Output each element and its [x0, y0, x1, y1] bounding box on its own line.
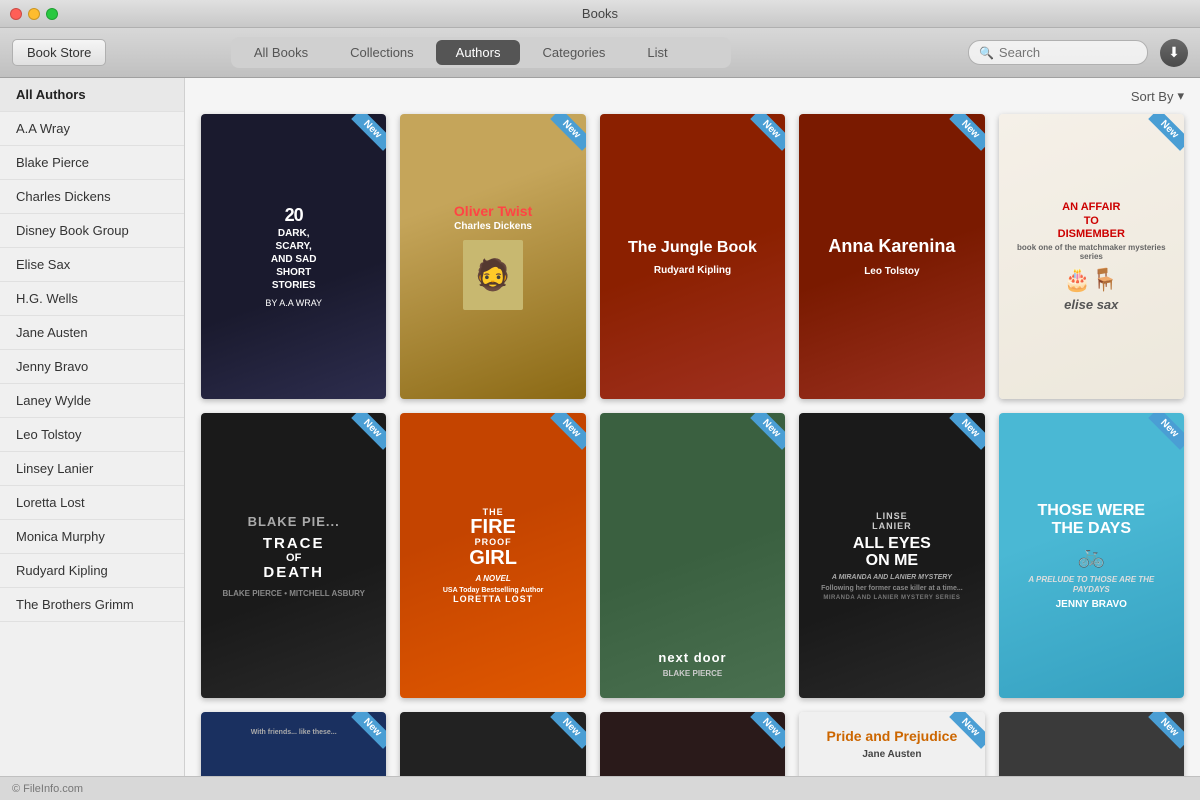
sidebar-item-monica-murphy[interactable]: Monica Murphy: [0, 520, 184, 554]
footer-credit: © FileInfo.com: [12, 783, 83, 795]
sort-bar: Sort By ▾: [201, 88, 1184, 104]
sidebar-item-laney-wylde[interactable]: Laney Wylde: [0, 384, 184, 418]
sidebar-item-linsey-lanier[interactable]: Linsey Lanier: [0, 452, 184, 486]
book-badge-trace: [340, 413, 386, 459]
book-item-justfriends[interactable]: With friends... like these... just frien…: [201, 712, 386, 776]
book-badge-anna: [939, 114, 985, 160]
sidebar-item-all-authors[interactable]: All Authors: [0, 78, 184, 112]
book-item-ifsheblind[interactable]: LAW IFSHEWEREBLIND THE AFTER TWELVE SERI…: [400, 712, 585, 776]
content-area: Sort By ▾ 20 DARK,SCARY,AND SADSHORTSTOR…: [185, 78, 1200, 776]
sidebar-item-jenny-bravo[interactable]: Jenny Bravo: [0, 350, 184, 384]
close-button[interactable]: [10, 8, 22, 20]
sidebar-item-leo-tolstoy[interactable]: Leo Tolstoy: [0, 418, 184, 452]
sidebar-item-hg-wells[interactable]: H.G. Wells: [0, 282, 184, 316]
nav-tabs: All Books Collections Authors Categories…: [231, 37, 731, 68]
tab-list[interactable]: List: [627, 40, 687, 65]
app-title: Books: [582, 6, 618, 21]
book-item-20dark[interactable]: 20 DARK,SCARY,AND SADSHORTSTORIES BY A.A…: [201, 114, 386, 399]
books-grid: 20 DARK,SCARY,AND SADSHORTSTORIES BY A.A…: [201, 114, 1184, 776]
book-badge-pride: [939, 712, 985, 758]
sidebar-item-elise-sax[interactable]: Elise Sax: [0, 248, 184, 282]
search-bar: 🔍: [968, 40, 1148, 65]
bookstore-button[interactable]: Book Store: [12, 39, 106, 66]
book-item-pride[interactable]: Pride and Prejudice Jane Austen 👩: [799, 712, 984, 776]
sidebar-item-aa-wray[interactable]: A.A Wray: [0, 112, 184, 146]
book-badge-ifsheblind: [540, 712, 586, 758]
search-icon: 🔍: [979, 46, 994, 60]
sort-by-button[interactable]: Sort By: [1131, 89, 1174, 104]
sidebar-item-brothers-grimm[interactable]: The Brothers Grimm: [0, 588, 184, 622]
book-badge-fireproof: [540, 413, 586, 459]
book-badge-oliver: [540, 114, 586, 160]
book-item-timemachine[interactable]: theTimeMachine H.G. WELLS: [600, 712, 785, 776]
sidebar-item-loretta-lost[interactable]: Loretta Lost: [0, 486, 184, 520]
toolbar: Book Store All Books Collections Authors…: [0, 28, 1200, 78]
book-badge-timemachine: [739, 712, 785, 758]
book-item-jungle[interactable]: The Jungle Book Rudyard Kipling: [600, 114, 785, 399]
book-item-thosedays[interactable]: THOSE WERETHE DAYS 🚲 A PRELUDE TO THOSE …: [999, 413, 1184, 698]
sort-chevron-icon[interactable]: ▾: [1177, 88, 1184, 104]
sidebar: All AuthorsA.A WrayBlake PierceCharles D…: [0, 78, 185, 776]
book-item-fireproof[interactable]: The FIRE PROOF GIRL A NOVEL USA Today Be…: [400, 413, 585, 698]
sidebar-item-rudyard-kipling[interactable]: Rudyard Kipling: [0, 554, 184, 588]
footer: © FileInfo.com: [0, 776, 1200, 800]
book-item-alleyes[interactable]: LINSE LANIER ALL EYESON ME A MIRANDA AND…: [799, 413, 984, 698]
book-badge-alleyes: [939, 413, 985, 459]
book-item-trace[interactable]: BLAKE PIE... TRACE OF DEATH BLAKE PIERCE…: [201, 413, 386, 698]
book-badge-nextdoor: [739, 413, 785, 459]
sidebar-item-disney-book-group[interactable]: Disney Book Group: [0, 214, 184, 248]
tab-authors[interactable]: Authors: [436, 40, 521, 65]
book-item-nextdoor[interactable]: next door BLAKE PIERCE: [600, 413, 785, 698]
tab-categories[interactable]: Categories: [522, 40, 625, 65]
window-controls: [10, 8, 58, 20]
book-badge-jungle: [739, 114, 785, 160]
search-input[interactable]: [999, 45, 1139, 60]
book-badge-justfriends: [340, 712, 386, 758]
book-item-anna[interactable]: Anna Karenina Leo Tolstoy: [799, 114, 984, 399]
sidebar-item-jane-austen[interactable]: Jane Austen: [0, 316, 184, 350]
book-badge-affair: [1138, 114, 1184, 160]
tab-all-books[interactable]: All Books: [234, 40, 328, 65]
book-item-affair[interactable]: AN AFFAIRTODISMEMBER book one of the mat…: [999, 114, 1184, 399]
sidebar-item-blake-pierce[interactable]: Blake Pierce: [0, 146, 184, 180]
book-badge-grimm: [1138, 712, 1184, 758]
titlebar: Books: [0, 0, 1200, 28]
sidebar-item-charles-dickens[interactable]: Charles Dickens: [0, 180, 184, 214]
book-badge-20dark: [340, 114, 386, 160]
book-item-grimm[interactable]: Grimm's Fairy Tales Wilhelm Grimm: [999, 712, 1184, 776]
main-container: All AuthorsA.A WrayBlake PierceCharles D…: [0, 78, 1200, 776]
download-button[interactable]: ⬇: [1160, 39, 1188, 67]
tab-collections[interactable]: Collections: [330, 40, 434, 65]
book-item-oliver[interactable]: Oliver Twist Charles Dickens 🧔: [400, 114, 585, 399]
maximize-button[interactable]: [46, 8, 58, 20]
book-badge-thosedays: [1138, 413, 1184, 459]
minimize-button[interactable]: [28, 8, 40, 20]
